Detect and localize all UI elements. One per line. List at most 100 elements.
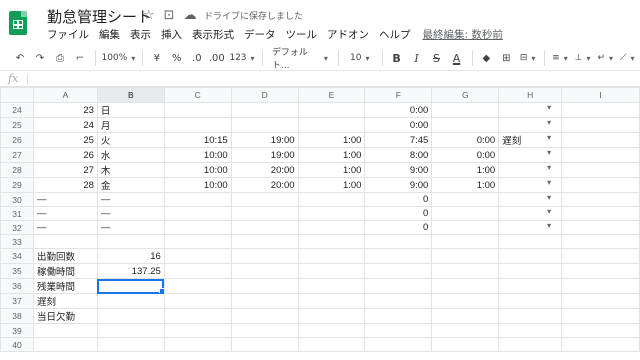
cell-i[interactable]: [561, 337, 640, 352]
text-wrap-icon[interactable]: ↵: [596, 48, 615, 68]
cell-c[interactable]: [163, 234, 232, 249]
cell-d[interactable]: [230, 323, 299, 338]
cell-b[interactable]: 木: [96, 162, 165, 178]
cell-i[interactable]: [561, 162, 640, 178]
formula-input[interactable]: [34, 73, 634, 85]
cell-d[interactable]: 20:00: [230, 177, 299, 193]
cell-b[interactable]: [96, 278, 165, 294]
cell-a[interactable]: 当日欠勤: [32, 308, 98, 324]
cell-g[interactable]: [431, 337, 500, 352]
cell-a[interactable]: —: [32, 220, 98, 235]
cell-c[interactable]: [163, 323, 232, 338]
cell-e[interactable]: 1:00: [297, 162, 366, 178]
cell-a[interactable]: 遅刻: [32, 293, 98, 309]
cell-g[interactable]: [431, 234, 500, 249]
fill-color-icon[interactable]: ◆: [478, 48, 494, 68]
cell-f[interactable]: 9:00: [364, 177, 433, 193]
cell-e[interactable]: [297, 102, 366, 118]
cell-f[interactable]: 8:00: [364, 147, 433, 163]
print-icon[interactable]: ⎙: [52, 48, 68, 68]
cell-b[interactable]: 16: [96, 248, 165, 264]
cell-e[interactable]: 1:00: [297, 177, 366, 193]
cell-h[interactable]: 遅刻: [498, 132, 563, 148]
row-header[interactable]: 29: [0, 177, 34, 193]
cell-d[interactable]: [230, 293, 299, 309]
vertical-align-icon[interactable]: ⊥: [573, 48, 592, 68]
cell-i[interactable]: [561, 293, 640, 309]
cell-e[interactable]: 1:00: [297, 147, 366, 163]
column-header-a[interactable]: A: [32, 87, 98, 103]
horizontal-align-icon[interactable]: ≡: [551, 48, 570, 68]
row-header[interactable]: 32: [0, 220, 34, 235]
cell-d[interactable]: [230, 308, 299, 324]
column-header-f[interactable]: F: [364, 87, 433, 103]
cell-a[interactable]: [32, 234, 98, 249]
cell-a[interactable]: 23: [32, 102, 98, 118]
menu-edit[interactable]: 編集: [99, 27, 120, 42]
cell-c[interactable]: [163, 248, 232, 264]
row-header[interactable]: 40: [0, 337, 34, 352]
menu-addons[interactable]: アドオン: [327, 27, 369, 42]
cell-g[interactable]: [431, 323, 500, 338]
cell-f[interactable]: 0:00: [364, 117, 433, 133]
cloud-saved-icon[interactable]: ☁: [184, 8, 197, 23]
cell-i[interactable]: [561, 278, 640, 294]
cell-h[interactable]: [498, 293, 563, 309]
cell-e[interactable]: [297, 220, 366, 235]
cell-i[interactable]: [561, 177, 640, 193]
cell-f[interactable]: 7:45: [364, 132, 433, 148]
cell-e[interactable]: [297, 263, 366, 279]
paint-format-icon[interactable]: ⌐: [72, 48, 88, 68]
cell-c[interactable]: [163, 117, 232, 133]
cell-g[interactable]: [431, 278, 500, 294]
menu-insert[interactable]: 挿入: [161, 27, 182, 42]
cell-i[interactable]: [561, 323, 640, 338]
cell-f[interactable]: [364, 308, 433, 324]
cell-a[interactable]: 稼働時間: [32, 263, 98, 279]
cell-c[interactable]: [163, 220, 232, 235]
cell-f[interactable]: [364, 263, 433, 279]
cell-b[interactable]: [96, 323, 165, 338]
borders-icon[interactable]: ⊞: [498, 48, 514, 68]
cell-h[interactable]: [498, 337, 563, 352]
cell-f[interactable]: 0:00: [364, 102, 433, 118]
cell-d[interactable]: [230, 278, 299, 294]
cell-f[interactable]: 9:00: [364, 162, 433, 178]
more-formats-dropdown[interactable]: 123: [229, 48, 255, 68]
cell-d[interactable]: [230, 206, 299, 221]
cell-e[interactable]: [297, 293, 366, 309]
cell-g[interactable]: [431, 206, 500, 221]
cell-h[interactable]: [498, 192, 563, 207]
row-header[interactable]: 34: [0, 248, 34, 264]
column-header-e[interactable]: E: [297, 87, 366, 103]
cell-h[interactable]: [498, 177, 563, 193]
cell-c[interactable]: [163, 337, 232, 352]
cell-i[interactable]: [561, 192, 640, 207]
document-title[interactable]: 勤怠管理シート: [47, 6, 152, 27]
cell-b[interactable]: —: [96, 192, 165, 207]
cell-c[interactable]: 10:00: [163, 147, 232, 163]
cell-f[interactable]: 0: [364, 192, 433, 207]
row-header[interactable]: 33: [0, 234, 34, 249]
cell-d[interactable]: [230, 263, 299, 279]
cell-b[interactable]: 日: [96, 102, 165, 118]
menu-help[interactable]: ヘルプ: [379, 27, 411, 42]
cell-c[interactable]: [163, 278, 232, 294]
cell-g[interactable]: [431, 102, 500, 118]
cell-b[interactable]: [96, 308, 165, 324]
menu-file[interactable]: ファイル: [47, 27, 89, 42]
cell-h[interactable]: [498, 162, 563, 178]
row-header[interactable]: 37: [0, 293, 34, 309]
cell-f[interactable]: [364, 323, 433, 338]
row-header[interactable]: 26: [0, 132, 34, 148]
column-header-h[interactable]: H: [498, 87, 563, 103]
cell-i[interactable]: [561, 234, 640, 249]
menu-data[interactable]: データ: [244, 27, 276, 42]
row-header[interactable]: 27: [0, 147, 34, 163]
cell-g[interactable]: 0:00: [431, 147, 500, 163]
cell-g[interactable]: 0:00: [431, 132, 500, 148]
cell-e[interactable]: [297, 234, 366, 249]
cell-b[interactable]: 火: [96, 132, 165, 148]
italic-button[interactable]: I: [409, 48, 425, 68]
cell-a[interactable]: [32, 323, 98, 338]
